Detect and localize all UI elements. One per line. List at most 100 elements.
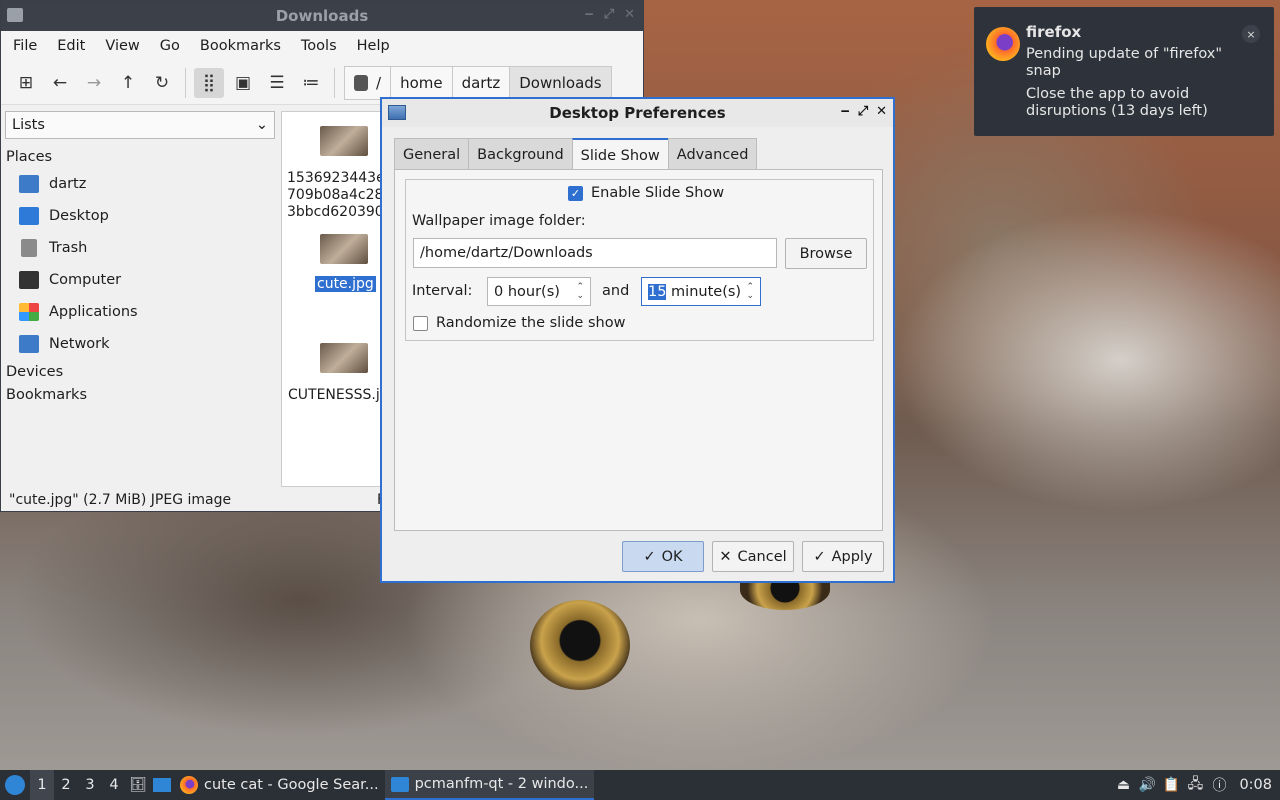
file-item[interactable]: CUTENESSS.jpg <box>282 343 384 404</box>
side-pane-mode-select[interactable]: Lists ⌄ <box>5 111 275 139</box>
up-arrow-icon[interactable]: ↑ <box>113 68 143 98</box>
sidebar-item-trash[interactable]: Trash <box>3 232 277 264</box>
minutes-suffix: minute(s) <box>666 283 742 300</box>
volume-icon[interactable]: 🔊 <box>1135 770 1159 800</box>
dialog-titlebar[interactable]: Desktop Preferences ‒ ⤢ ✕ <box>382 99 893 127</box>
new-tab-icon[interactable]: ⊞ <box>11 68 41 98</box>
interval-label: Interval: <box>412 283 473 299</box>
menu-edit[interactable]: Edit <box>47 38 95 54</box>
sidebar-item-label: Trash <box>49 240 88 256</box>
tab-bar: General Background Slide Show Advanced <box>394 138 758 171</box>
spin-arrows-icon[interactable]: ⌃ ⌄ <box>576 282 584 301</box>
menu-tools[interactable]: Tools <box>291 38 347 54</box>
enable-slide-show-checkbox[interactable]: ✓ <box>568 185 583 201</box>
randomize-label[interactable]: Randomize the slide show <box>436 315 625 331</box>
path-downloads-button[interactable]: Downloads <box>509 65 612 100</box>
hours-spinbox[interactable]: 0 hour(s) ⌃ ⌄ <box>487 277 591 306</box>
forward-arrow-icon[interactable]: → <box>79 68 109 98</box>
notification-body-line1: Pending update of "firefox" snap <box>1026 46 1223 79</box>
workspace-1[interactable]: 1 <box>30 770 54 800</box>
back-arrow-icon[interactable]: ← <box>45 68 75 98</box>
update-notifier-icon[interactable]: ⓘ <box>1207 770 1231 800</box>
workspace-4[interactable]: 4 <box>102 770 126 800</box>
network-tray-icon[interactable]: 🖧 <box>1183 770 1207 800</box>
cancel-button[interactable]: ✕ Cancel <box>712 541 794 572</box>
folder-icon <box>390 776 409 792</box>
minimize-icon[interactable]: ‒ <box>585 7 594 22</box>
file-item[interactable]: 1536923443e 709b08a4c28 3bbcd620390b <box>282 126 384 221</box>
folder-icon <box>7 8 23 22</box>
clipboard-icon[interactable]: 📋 <box>1159 770 1183 800</box>
file-manager-launcher-icon[interactable]: 🗄 <box>126 770 150 800</box>
path-dartz-button[interactable]: dartz <box>451 65 511 100</box>
show-desktop-icon[interactable] <box>150 770 174 800</box>
sidebar-item-dartz[interactable]: dartz <box>3 168 277 200</box>
enable-slide-show-label[interactable]: Enable Slide Show <box>591 185 724 201</box>
applications-icon <box>19 303 39 321</box>
spin-arrows-icon[interactable]: ⌃ ⌄ <box>746 282 754 301</box>
firefox-icon <box>986 27 1020 61</box>
maximize-icon[interactable]: ⤢ <box>858 104 868 119</box>
trash-icon <box>21 239 37 257</box>
image-thumbnail <box>320 343 368 373</box>
menu-file[interactable]: File <box>3 38 47 54</box>
notification-body-line2: Close the app to avoid disruptions (13 d… <box>1026 86 1208 119</box>
path-bar: / home dartz Downloads <box>344 65 612 100</box>
firefox-icon <box>180 776 198 794</box>
menu-help[interactable]: Help <box>347 38 400 54</box>
maximize-icon[interactable]: ⤢ <box>604 7 614 22</box>
sidebar-item-applications[interactable]: Applications <box>3 296 277 328</box>
sidebar-item-desktop[interactable]: Desktop <box>3 200 277 232</box>
clock[interactable]: 0:08 <box>1231 777 1280 793</box>
file-manager-titlebar[interactable]: Downloads ‒ ⤢ ✕ <box>1 1 643 31</box>
file-view[interactable]: 1536923443e 709b08a4c28 3bbcd620390b cut… <box>281 111 385 487</box>
minimize-icon[interactable]: ‒ <box>841 104 850 119</box>
thumbnail-view-icon[interactable]: ▣ <box>228 68 258 98</box>
close-icon[interactable]: × <box>1242 25 1260 43</box>
file-item[interactable]: cute.jpg <box>282 234 384 293</box>
dialog-title: Desktop Preferences <box>549 104 726 122</box>
toolbar-separator <box>185 67 186 98</box>
task-pcmanfm[interactable]: pcmanfm-qt - 2 windo... <box>384 770 595 800</box>
tab-background[interactable]: Background <box>468 138 573 170</box>
chevron-down-icon: ⌄ <box>255 117 268 133</box>
start-menu-button[interactable] <box>0 770 30 800</box>
compact-view-icon[interactable]: ☰ <box>262 68 292 98</box>
tab-general[interactable]: General <box>394 138 470 170</box>
sidebar-item-computer[interactable]: Computer <box>3 264 277 296</box>
path-root-button[interactable]: / <box>344 65 392 100</box>
randomize-checkbox[interactable] <box>413 315 428 331</box>
workspace-3[interactable]: 3 <box>78 770 102 800</box>
sidebar-item-label: Applications <box>49 304 138 320</box>
reload-icon[interactable]: ↻ <box>147 68 177 98</box>
menu-go[interactable]: Go <box>150 38 190 54</box>
menu-bookmarks[interactable]: Bookmarks <box>190 38 291 54</box>
slide-show-group: ✓ Enable Slide Show Wallpaper image fold… <box>405 179 874 341</box>
hours-value: 0 hour(s) <box>494 283 560 300</box>
workspace-2[interactable]: 2 <box>54 770 78 800</box>
wallpaper-folder-field[interactable]: /home/dartz/Downloads <box>413 238 777 268</box>
menu-view[interactable]: View <box>95 38 149 54</box>
path-home-button[interactable]: home <box>390 65 453 100</box>
task-firefox[interactable]: cute cat - Google Sear... <box>174 770 385 800</box>
check-icon: ✓ <box>643 548 656 565</box>
minutes-spinbox[interactable]: 15 minute(s) ⌃ ⌄ <box>641 277 761 306</box>
detailed-list-view-icon[interactable]: ≔ <box>296 68 326 98</box>
notification-popup[interactable]: firefox × Pending update of "firefox" sn… <box>974 7 1274 136</box>
drive-icon <box>354 74 368 91</box>
apply-button[interactable]: ✓ Apply <box>802 541 884 572</box>
ok-button[interactable]: ✓ OK <box>622 541 704 572</box>
eject-icon[interactable]: ⏏ <box>1111 770 1135 800</box>
places-heading[interactable]: Places <box>3 145 277 168</box>
tab-advanced[interactable]: Advanced <box>667 138 758 170</box>
devices-heading[interactable]: Devices <box>3 360 277 383</box>
tab-slide-show[interactable]: Slide Show <box>571 138 669 171</box>
close-icon[interactable]: ✕ <box>624 7 635 22</box>
bookmarks-heading[interactable]: Bookmarks <box>3 383 277 406</box>
icon-view-icon[interactable]: ⣿ <box>194 67 224 98</box>
cancel-label: Cancel <box>737 548 787 565</box>
close-icon[interactable]: ✕ <box>876 104 887 119</box>
browse-button[interactable]: Browse <box>785 238 867 269</box>
sidebar-item-network[interactable]: Network <box>3 328 277 360</box>
file-name: cute.jpg <box>315 276 376 292</box>
